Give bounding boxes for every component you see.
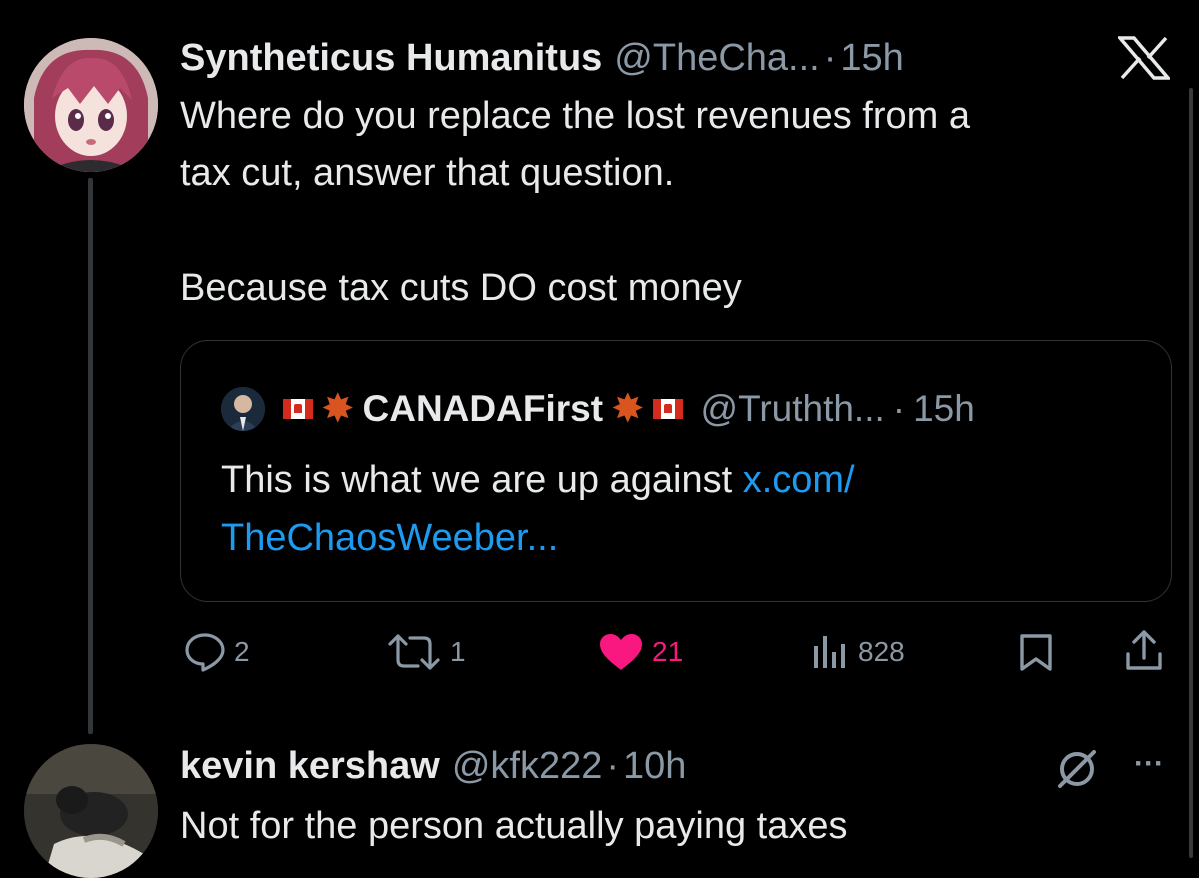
display-name[interactable]: Syntheticus Humanitus: [180, 37, 602, 80]
views-icon: [814, 636, 845, 668]
quote-text-body: This is what we are up against: [221, 459, 743, 501]
separator: ·: [892, 388, 906, 429]
person-avatar-image: [221, 387, 265, 431]
more-options-button[interactable]: ···: [1124, 744, 1174, 784]
separator: ·: [823, 36, 837, 79]
tweet-text-line: Because tax cuts DO cost money: [180, 267, 742, 309]
heart-icon: [600, 634, 642, 670]
quote-handle[interactable]: @Truthth...: [701, 388, 885, 430]
quote-link[interactable]: TheChaosWeeber...: [221, 517, 558, 559]
avatar[interactable]: [221, 387, 265, 431]
display-name[interactable]: kevin kershaw: [180, 745, 440, 788]
timestamp[interactable]: 15h: [840, 37, 903, 80]
dog-photo-avatar-image: [24, 744, 158, 878]
tweet-text: Where do you replace the lost revenues f…: [180, 88, 1140, 317]
canada-flag-icon: [283, 399, 313, 419]
maple-leaf-icon: ✸: [611, 387, 645, 431]
x-logo-icon[interactable]: [1116, 36, 1172, 80]
repost-button[interactable]: 1: [386, 632, 466, 672]
avatar[interactable]: [24, 38, 158, 172]
more-icon: ···: [1134, 747, 1164, 780]
thread-line: [88, 178, 93, 734]
maple-leaf-icon: ✸: [321, 387, 355, 431]
reply-icon: [185, 633, 225, 672]
quote-tweet-card[interactable]: ✸ CANADAFirst ✸ @Truthth... · 15h This i…: [180, 340, 1172, 602]
tweet-text-line: Where do you replace the lost revenues f…: [180, 95, 970, 137]
tweet-text: Not for the person actually paying taxes: [180, 798, 1140, 855]
like-button[interactable]: 21: [598, 632, 683, 672]
tweet-header: kevin kershaw @kfk222 · 10h: [180, 742, 686, 790]
bookmark-button[interactable]: [1018, 632, 1054, 677]
reply-button[interactable]: 2: [184, 632, 250, 672]
views-button[interactable]: 828: [810, 632, 905, 672]
reply-count: 2: [234, 636, 250, 667]
quote-header: ✸ CANADAFirst ✸ @Truthth... · 15h: [221, 385, 975, 433]
tweet-text-line: Not for the person actually paying taxes: [180, 805, 848, 847]
timestamp[interactable]: 10h: [623, 745, 686, 788]
scrollbar[interactable]: [1189, 88, 1193, 858]
tweet-text-line: tax cut, answer that question.: [180, 152, 675, 194]
quote-text: This is what we are up against x.com/ Th…: [221, 451, 1141, 567]
repost-icon: [388, 634, 440, 670]
quote-link[interactable]: x.com/: [743, 459, 855, 501]
share-button[interactable]: [1124, 628, 1164, 677]
like-count: 21: [652, 636, 684, 667]
share-icon: [1126, 630, 1162, 670]
avatar[interactable]: [24, 744, 158, 878]
quote-display-name[interactable]: CANADAFirst: [363, 388, 604, 430]
handle[interactable]: @kfk222: [452, 745, 603, 788]
canada-flag-icon: [652, 399, 683, 419]
bookmark-icon: [1020, 634, 1052, 671]
quote-timestamp[interactable]: 15h: [913, 388, 975, 430]
separator: ·: [606, 744, 620, 787]
repost-count: 1: [450, 636, 466, 667]
views-count: 828: [858, 636, 905, 667]
anime-avatar-image: [24, 38, 158, 172]
handle[interactable]: @TheCha...: [614, 37, 819, 80]
grok-icon[interactable]: [1054, 746, 1100, 797]
tweet-header: Syntheticus Humanitus @TheCha... · 15h: [180, 34, 904, 82]
